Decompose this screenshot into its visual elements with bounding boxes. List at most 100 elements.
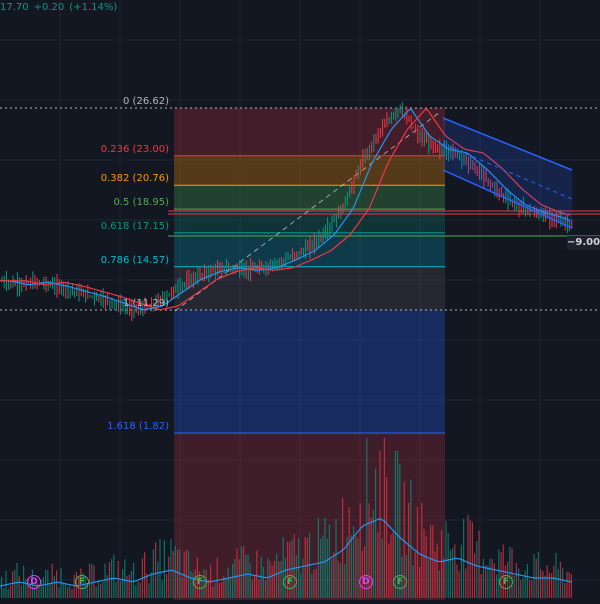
dividend-event-marker[interactable]: D <box>359 575 373 589</box>
volume-bar <box>163 540 165 598</box>
financials-event-marker[interactable]: F <box>75 575 89 589</box>
volume-bar <box>9 585 11 598</box>
volume-bar <box>333 552 335 598</box>
volume-bar <box>12 571 14 598</box>
fib-label: 0.618 (17.15) <box>100 220 169 232</box>
volume-bar <box>328 524 330 598</box>
fib-label: 1.618 (1.82) <box>107 421 169 432</box>
volume-bar <box>544 575 546 598</box>
volume-bar <box>526 563 528 598</box>
volume-bar <box>392 531 394 598</box>
volume-bar <box>460 544 462 598</box>
volume-bar <box>375 468 377 598</box>
volume-bar <box>18 576 20 598</box>
volume-bar <box>238 559 240 598</box>
volume-bar <box>139 582 141 598</box>
volume-bar <box>168 556 170 598</box>
volume-bar <box>148 583 150 598</box>
volume-bar <box>185 549 187 598</box>
volume-bar <box>295 555 297 598</box>
last-price: 17.70 <box>0 2 29 13</box>
volume-bar <box>533 554 535 598</box>
volume-bar <box>331 558 333 598</box>
volume-bar <box>366 438 368 598</box>
volume-bar <box>566 571 568 598</box>
fib-label: 0 (26.62) <box>123 96 169 107</box>
dividend-event-marker[interactable]: D <box>27 575 41 589</box>
volume-bar <box>456 564 458 598</box>
financials-event-marker[interactable]: F <box>193 575 207 589</box>
volume-bar <box>551 573 553 598</box>
volume-bar <box>342 497 344 598</box>
fib-zone <box>174 209 445 233</box>
volume-bar <box>480 574 482 598</box>
volume-bar <box>64 582 66 598</box>
volume-bar <box>236 548 238 598</box>
volume-bar <box>51 563 53 598</box>
volume-bar <box>276 553 278 598</box>
volume-bar <box>522 577 524 598</box>
volume-bar <box>405 554 407 598</box>
volume-bar <box>540 569 542 598</box>
volume-bar <box>419 566 421 598</box>
volume-bar <box>282 537 284 598</box>
volume-bar <box>115 582 117 598</box>
volume-bar <box>425 536 427 598</box>
volume-bar <box>157 561 159 598</box>
chart-area[interactable]: 17.70 +0.20 (+1.14%) 0 (26.62) 0.236 (23.00… <box>0 0 600 600</box>
fib-label: 0.382 (20.76) <box>100 173 169 185</box>
volume-bar <box>218 583 220 598</box>
financials-event-marker[interactable]: F <box>283 575 297 589</box>
volume-bar <box>113 554 115 598</box>
volume-bar <box>463 518 465 598</box>
volume-bar <box>280 561 282 598</box>
volume-bar <box>240 545 242 598</box>
volume-bar <box>232 563 234 598</box>
volume-bar <box>234 559 236 598</box>
volume-bar <box>489 558 491 598</box>
volume-bar <box>89 563 91 598</box>
volume-bar <box>485 564 487 598</box>
volume-bar <box>124 559 126 598</box>
volume-bar <box>300 573 302 598</box>
financials-event-marker[interactable]: F <box>499 575 513 589</box>
volume-bar <box>42 577 44 598</box>
volume-bar <box>221 582 223 598</box>
volume-bar <box>423 528 425 598</box>
volume-bar <box>104 563 106 598</box>
volume-bar <box>161 580 163 598</box>
volume-bar <box>562 567 564 598</box>
price-tag-value: 9.00 <box>575 237 600 248</box>
volume-bar <box>520 579 522 598</box>
volume-bar <box>348 507 350 598</box>
volume-bar <box>469 520 471 598</box>
volume-bar <box>67 587 69 598</box>
volume-bar <box>207 579 209 598</box>
volume-bar <box>243 546 245 598</box>
volume-bar <box>106 575 108 598</box>
volume-bar <box>465 568 467 598</box>
volume-bar <box>408 502 410 598</box>
volume-bar <box>518 568 520 598</box>
volume-bar <box>432 525 434 598</box>
chart-canvas[interactable] <box>0 0 600 600</box>
volume-bar <box>227 567 229 598</box>
volume-bar <box>273 560 275 598</box>
volume-bar <box>379 450 381 598</box>
volume-bar <box>172 550 174 598</box>
volume-bar <box>430 525 432 598</box>
fib-zone <box>174 185 445 210</box>
volume-bar <box>119 581 121 598</box>
volume-bar <box>16 563 18 598</box>
volume-bar <box>97 580 99 598</box>
volume-bar <box>128 574 130 598</box>
volume-bar <box>441 530 443 598</box>
volume-bar <box>135 585 137 598</box>
price-change-pct: (+1.14%) <box>69 2 118 13</box>
volume-bar <box>350 535 352 598</box>
financials-event-marker[interactable]: F <box>393 575 407 589</box>
volume-bar <box>56 570 58 598</box>
volume-bar <box>188 550 190 598</box>
volume-bar <box>306 537 308 598</box>
volume-bar <box>122 569 124 598</box>
